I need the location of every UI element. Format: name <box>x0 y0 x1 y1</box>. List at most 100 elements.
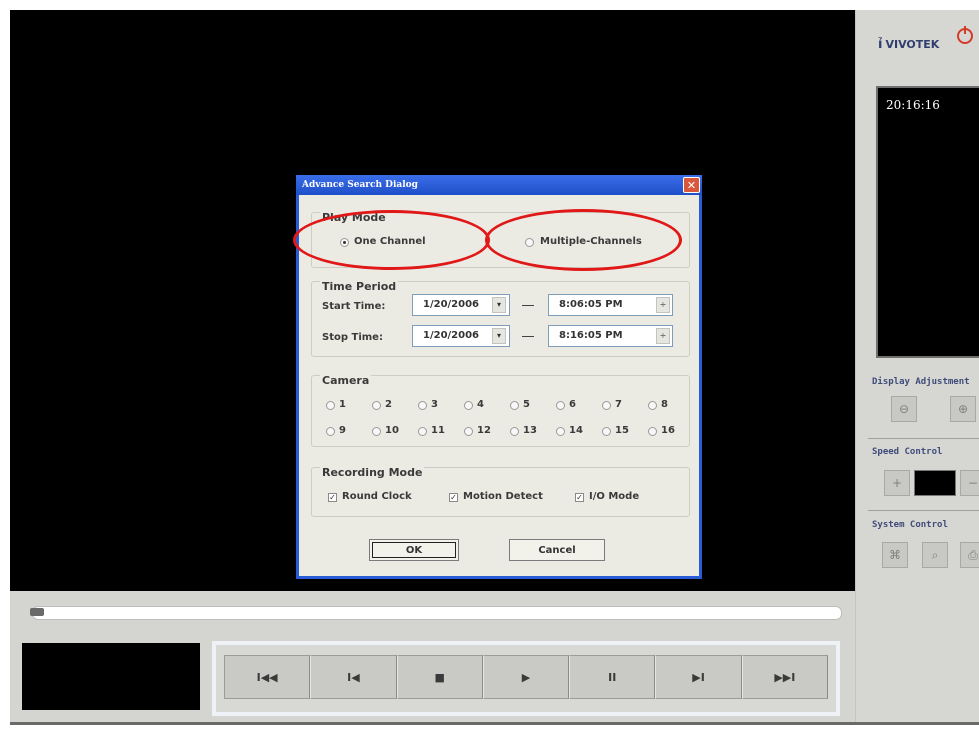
camera-title: Camera <box>320 374 372 387</box>
camera-15-radio[interactable] <box>602 427 611 436</box>
logo-mark-icon: ỉ <box>878 37 883 52</box>
camera-14-label: 14 <box>569 425 583 436</box>
camera-5-label: 5 <box>523 399 530 410</box>
camera-3-radio[interactable] <box>418 401 427 410</box>
skip-to-end-button[interactable]: ▶▶I <box>741 655 828 699</box>
printer-icon: ⎙ <box>968 547 978 562</box>
camera-1-radio[interactable] <box>326 401 335 410</box>
magnifier-icon: ⊕ <box>957 402 969 416</box>
ok-button[interactable]: OK <box>369 539 459 561</box>
camera-16-label: 16 <box>661 425 675 436</box>
status-bar <box>10 722 979 725</box>
start-time-spinner[interactable]: ÷ <box>656 297 670 313</box>
recording-mode-title: Recording Mode <box>320 466 425 479</box>
camera-6-label: 6 <box>569 399 576 410</box>
cancel-button[interactable]: Cancel <box>509 539 605 561</box>
camera-13-label: 13 <box>523 425 537 436</box>
pause-icon: II <box>608 670 617 684</box>
motion-detect-checkbox[interactable]: ✓ <box>449 493 458 502</box>
speed-control-label: Speed Control <box>872 447 943 457</box>
display-adjustment-label: Display Adjustment <box>872 377 970 387</box>
start-date-dropdown[interactable]: ▾ <box>492 297 506 313</box>
stop-time-field[interactable]: 8:16:05 PM <box>548 325 673 347</box>
brand-logo: ỉ VIVOTEK <box>878 37 939 52</box>
search-button[interactable]: ⌕ <box>922 542 948 568</box>
transport-panel: I◀◀ I◀ ■ ▶ II ▶I ▶▶I <box>212 641 840 716</box>
folder-icon: ⌘ <box>889 548 901 562</box>
start-time-field[interactable]: 8:06:05 PM <box>548 294 673 316</box>
divider <box>868 438 979 439</box>
camera-2-label: 2 <box>385 399 392 410</box>
time-period-title: Time Period <box>320 280 399 293</box>
close-icon: ✕ <box>686 178 697 192</box>
range-dash <box>522 336 534 337</box>
stop-icon: ■ <box>434 670 445 684</box>
spinner-icon: ÷ <box>659 331 667 340</box>
camera-7-radio[interactable] <box>602 401 611 410</box>
zoom-in-button[interactable]: ⊕ <box>950 396 976 422</box>
camera-6-radio[interactable] <box>556 401 565 410</box>
transport-controls: I◀◀ I◀ ■ ▶ II ▶I ▶▶I <box>224 655 828 699</box>
seek-thumb[interactable] <box>30 608 44 616</box>
next-frame-icon: ▶I <box>692 670 705 684</box>
annotation-circle-multiple-channels <box>485 209 682 271</box>
camera-11-label: 11 <box>431 425 445 436</box>
camera-14-radio[interactable] <box>556 427 565 436</box>
camera-4-radio[interactable] <box>464 401 473 410</box>
skip-to-start-button[interactable]: I◀◀ <box>224 655 311 699</box>
magnifier-icon: ⊖ <box>898 402 910 416</box>
speed-down-button[interactable]: − <box>960 470 979 496</box>
zoom-out-button[interactable]: ⊖ <box>891 396 917 422</box>
logo-text: VIVOTEK <box>885 38 940 51</box>
seek-bar[interactable] <box>32 606 842 620</box>
divider <box>868 510 979 511</box>
previous-frame-button[interactable]: I◀ <box>310 655 397 699</box>
system-control-label: System Control <box>872 520 948 530</box>
speed-up-button[interactable]: + <box>884 470 910 496</box>
pause-button[interactable]: II <box>569 655 656 699</box>
range-dash <box>522 305 534 306</box>
camera-13-radio[interactable] <box>510 427 519 436</box>
dialog-title: Advance Search Dialog <box>302 180 418 190</box>
camera-16-radio[interactable] <box>648 427 657 436</box>
speed-display <box>914 470 956 496</box>
chevron-down-icon: ▾ <box>496 331 501 340</box>
round-clock-label: Round Clock <box>342 491 412 502</box>
open-file-button[interactable]: ⌘ <box>882 542 908 568</box>
power-icon[interactable] <box>957 26 973 44</box>
camera-10-radio[interactable] <box>372 427 381 436</box>
play-button[interactable]: ▶ <box>482 655 570 699</box>
camera-10-label: 10 <box>385 425 399 436</box>
camera-11-radio[interactable] <box>418 427 427 436</box>
stop-button[interactable]: ■ <box>396 655 483 699</box>
camera-9-radio[interactable] <box>326 427 335 436</box>
camera-group: Camera 1 2 3 4 5 6 7 8 9 10 11 12 13 14 15 16 <box>311 374 690 447</box>
stop-time-spinner[interactable]: ÷ <box>656 328 670 344</box>
next-frame-button[interactable]: ▶I <box>655 655 742 699</box>
camera-8-radio[interactable] <box>648 401 657 410</box>
control-panel: ỉ VIVOTEK 20:16:16 Display Adjustment ⊖ ⊕… <box>855 10 979 725</box>
motion-detect-label: Motion Detect <box>463 491 543 502</box>
camera-2-radio[interactable] <box>372 401 381 410</box>
camera-4-label: 4 <box>477 399 484 410</box>
camera-5-radio[interactable] <box>510 401 519 410</box>
previous-frame-icon: I◀ <box>347 670 360 684</box>
camera-12-radio[interactable] <box>464 427 473 436</box>
play-icon: ▶ <box>521 670 531 684</box>
camera-12-label: 12 <box>477 425 491 436</box>
stop-date-dropdown[interactable]: ▾ <box>492 328 506 344</box>
close-button[interactable]: ✕ <box>683 177 700 193</box>
print-button[interactable]: ⎙ <box>960 542 979 568</box>
chevron-down-icon: ▾ <box>496 300 501 309</box>
round-clock-checkbox[interactable]: ✓ <box>328 493 337 502</box>
info-display <box>22 643 200 710</box>
camera-8-label: 8 <box>661 399 668 410</box>
io-mode-checkbox[interactable]: ✓ <box>575 493 584 502</box>
camera-9-label: 9 <box>339 425 346 436</box>
annotation-circle-one-channel <box>293 210 490 270</box>
skip-to-start-icon: I◀◀ <box>256 670 278 684</box>
preview-display: 20:16:16 <box>876 86 979 358</box>
dialog-titlebar[interactable]: Advance Search Dialog ✕ <box>296 175 702 195</box>
io-mode-label: I/O Mode <box>589 491 640 502</box>
spinner-icon: ÷ <box>659 300 667 309</box>
